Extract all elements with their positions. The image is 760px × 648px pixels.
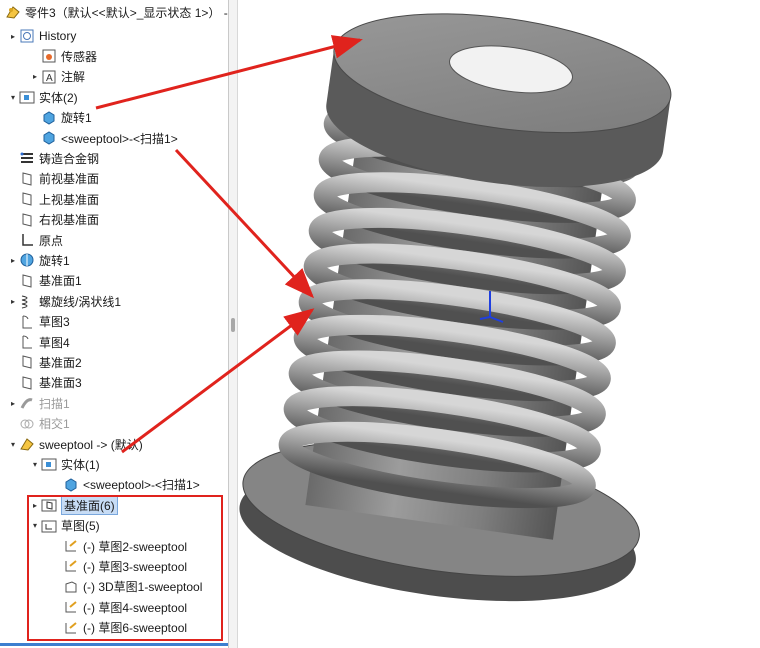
arrow-body2-to-coil xyxy=(174,148,315,299)
arrow-sweeptool-to-coil xyxy=(121,308,315,454)
arrow-body1-to-flange xyxy=(95,35,363,110)
annotation-arrows xyxy=(95,35,363,454)
